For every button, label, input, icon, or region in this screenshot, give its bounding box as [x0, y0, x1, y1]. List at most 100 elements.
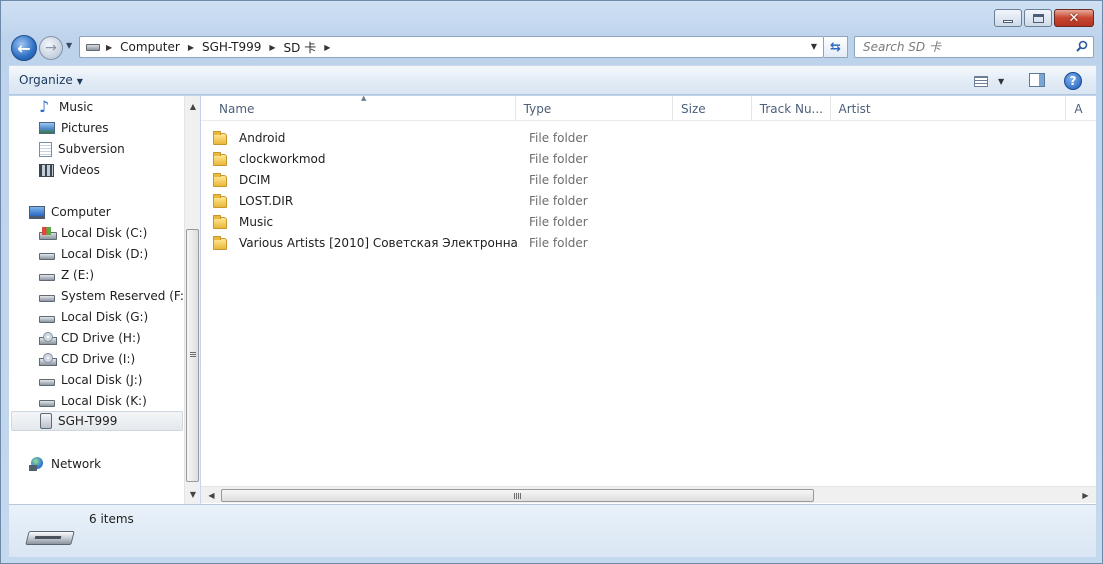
music-icon — [39, 97, 53, 116]
file-name: Various Artists [2010] Советская Электро… — [239, 236, 519, 250]
nav-item-label: System Reserved (F:) — [61, 289, 189, 303]
file-row[interactable]: Android File folder — [213, 128, 588, 148]
nav-item-label: Z (E:) — [61, 268, 95, 282]
maximize-button[interactable] — [1024, 9, 1052, 27]
navigation-scrollbar[interactable]: ▲ ▼ — [184, 96, 200, 504]
removable-drive-icon — [25, 525, 75, 547]
nav-item-subversion[interactable]: Subversion — [39, 139, 125, 159]
column-header-album[interactable]: A — [1066, 96, 1096, 121]
chevron-down-icon: ▼ — [76, 77, 83, 86]
forward-button[interactable]: → — [39, 36, 63, 60]
computer-icon — [29, 205, 45, 219]
file-name: Android — [239, 131, 286, 145]
scroll-up-icon[interactable]: ▲ — [185, 98, 201, 114]
nav-item-drive-f[interactable]: System Reserved (F:) — [39, 286, 189, 306]
breadcrumb-arrow-icon[interactable]: ▶ — [182, 43, 200, 52]
forward-arrow-icon: → — [45, 40, 57, 56]
drive-icon — [39, 399, 55, 407]
nav-item-drive-d[interactable]: Local Disk (D:) — [39, 244, 148, 264]
breadcrumb-computer[interactable]: Computer — [118, 37, 182, 57]
nav-item-network[interactable]: Network — [29, 454, 101, 474]
breadcrumb-sd-card[interactable]: SD 卡 — [282, 37, 319, 57]
preview-pane-icon[interactable] — [1029, 73, 1045, 87]
grip-icon — [514, 493, 521, 499]
recent-pages-dropdown[interactable]: ▼ — [66, 41, 76, 53]
explorer-window: ✕ ← → ▼ ▶ Computer ▶ SGH-T999 ▶ SD 卡 ▶ ▼… — [0, 0, 1103, 564]
file-row[interactable]: DCIM File folder — [213, 170, 588, 190]
column-header-name[interactable]: Name ▲ — [201, 96, 516, 121]
nav-item-drive-k[interactable]: Local Disk (K:) — [39, 391, 147, 411]
breadcrumb-arrow-icon[interactable]: ▶ — [318, 43, 336, 52]
breadcrumb-device[interactable]: SGH-T999 — [200, 37, 263, 57]
nav-item-drive-c[interactable]: Local Disk (C:) — [39, 223, 147, 243]
close-button[interactable]: ✕ — [1054, 9, 1094, 27]
breadcrumb-arrow-icon[interactable]: ▶ — [263, 43, 281, 52]
column-label: Name — [219, 101, 255, 116]
file-row[interactable]: clockworkmod File folder — [213, 149, 588, 169]
scroll-down-icon[interactable]: ▼ — [185, 486, 201, 502]
command-bar: Organize ▼ ▼ ? — [9, 65, 1096, 95]
column-header-track-number[interactable]: Track Nu... — [752, 96, 831, 121]
scrollbar-thumb[interactable] — [186, 229, 199, 482]
organize-menu-button[interactable]: Organize ▼ — [19, 73, 83, 87]
address-bar[interactable]: ▶ Computer ▶ SGH-T999 ▶ SD 卡 ▶ ▼ — [79, 36, 824, 58]
help-icon[interactable]: ? — [1064, 72, 1082, 90]
drive-icon — [86, 43, 100, 51]
minimize-button[interactable] — [994, 9, 1022, 27]
folder-icon — [213, 193, 227, 208]
maximize-icon — [1032, 13, 1044, 23]
breadcrumb-label: SGH-T999 — [201, 40, 262, 54]
chevron-down-icon: ▼ — [998, 76, 1005, 86]
nav-item-music[interactable]: Music — [39, 97, 93, 117]
nav-item-drive-i[interactable]: CD Drive (I:) — [39, 349, 135, 369]
column-label: A — [1074, 101, 1083, 116]
breadcrumb-label: SD 卡 — [283, 40, 317, 55]
pictures-icon — [39, 122, 55, 134]
sort-ascending-icon: ▲ — [361, 96, 367, 102]
horizontal-scrollbar[interactable]: ◀ ▶ — [201, 486, 1096, 503]
file-row[interactable]: LOST.DIR File folder — [213, 191, 588, 211]
drive-icon — [39, 273, 55, 281]
file-row[interactable]: Music File folder — [213, 212, 588, 232]
nav-item-videos[interactable]: Videos — [39, 160, 100, 180]
nav-item-label: Network — [51, 457, 102, 471]
file-row[interactable]: Various Artists [2010] Советская Электро… — [213, 233, 588, 253]
address-history-dropdown[interactable]: ▼ — [811, 42, 817, 51]
nav-item-drive-h[interactable]: CD Drive (H:) — [39, 328, 141, 348]
drive-icon — [39, 294, 55, 302]
scroll-left-icon[interactable]: ◀ — [203, 487, 220, 504]
details-pane: 6 items — [9, 504, 1096, 557]
column-header-size[interactable]: Size — [673, 96, 752, 121]
file-name: DCIM — [239, 173, 271, 187]
nav-item-label: Local Disk (D:) — [61, 247, 149, 261]
nav-item-label: CD Drive (I:) — [61, 352, 136, 366]
search-box[interactable] — [854, 36, 1094, 58]
file-name: LOST.DIR — [239, 194, 294, 208]
column-header-artist[interactable]: Artist — [831, 96, 1067, 121]
organize-label: Organize — [19, 73, 73, 87]
search-icon[interactable] — [1076, 40, 1088, 52]
cd-drive-icon — [39, 352, 57, 366]
nav-item-drive-j[interactable]: Local Disk (J:) — [39, 370, 142, 390]
breadcrumb-arrow-icon[interactable]: ▶ — [100, 43, 118, 52]
scrollbar-thumb[interactable] — [221, 489, 814, 502]
change-view-button[interactable]: ▼ — [974, 72, 1012, 90]
drive-icon — [39, 315, 55, 323]
nav-item-computer[interactable]: Computer — [29, 202, 111, 222]
item-count: 6 items — [89, 512, 134, 526]
scroll-right-icon[interactable]: ▶ — [1077, 487, 1094, 504]
details-view-icon — [974, 75, 988, 87]
file-type: File folder — [529, 236, 588, 250]
column-headers: Name ▲ Type Size Track Nu... Artist A — [201, 96, 1096, 121]
navigation-pane: Music Pictures Subversion Videos Compute… — [9, 96, 200, 504]
search-input[interactable] — [861, 38, 1066, 56]
nav-item-drive-e[interactable]: Z (E:) — [39, 265, 94, 285]
file-list: Name ▲ Type Size Track Nu... Artist A And… — [201, 96, 1096, 504]
chevron-down-icon: ▼ — [66, 41, 73, 50]
nav-item-sgh-t999[interactable]: SGH-T999 — [11, 411, 183, 431]
nav-item-drive-g[interactable]: Local Disk (G:) — [39, 307, 148, 327]
back-button[interactable]: ← — [11, 35, 37, 61]
nav-item-pictures[interactable]: Pictures — [39, 118, 109, 138]
column-header-type[interactable]: Type — [516, 96, 673, 121]
refresh-button[interactable]: ⇆ — [824, 36, 848, 58]
